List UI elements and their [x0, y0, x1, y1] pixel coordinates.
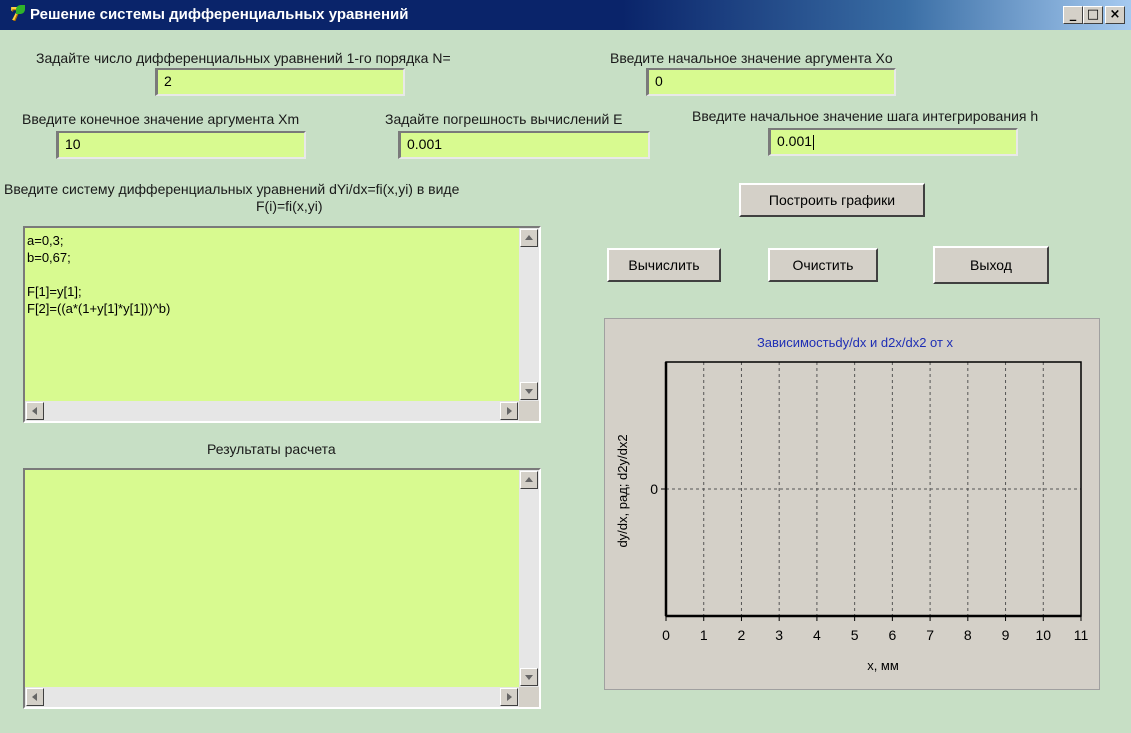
scroll-corner	[519, 401, 539, 421]
h-input[interactable]: 0.001	[768, 128, 1018, 156]
scroll-left-button[interactable]	[26, 688, 44, 706]
arrow-right-icon	[507, 407, 512, 415]
x-tick-label: 11	[1074, 627, 1089, 643]
y-ticks: 0	[650, 481, 666, 497]
scroll-up-button[interactable]	[520, 471, 538, 489]
chart-grid	[666, 362, 1081, 616]
scroll-right-button[interactable]	[500, 402, 518, 420]
main-window: 7 Решение системы дифференциальных уравн…	[0, 0, 1131, 733]
y-tick-label: 0	[650, 481, 658, 497]
window-title: Решение системы дифференциальных уравнен…	[30, 6, 409, 23]
x-tick-label: 3	[775, 627, 783, 643]
arrow-left-icon	[32, 693, 37, 701]
text-cursor	[813, 134, 815, 150]
arrow-down-icon	[525, 675, 533, 680]
plot-graphs-button[interactable]: Построить графики	[739, 183, 925, 217]
n-input[interactable]: 2	[155, 68, 405, 96]
scroll-up-button[interactable]	[520, 229, 538, 247]
system-label: Введите систему дифференциальных уравнен…	[4, 181, 460, 197]
xm-label: Введите конечное значение аргумента Xm	[22, 111, 300, 127]
x0-input[interactable]: 0	[646, 68, 896, 96]
scroll-down-button[interactable]	[520, 668, 538, 686]
equations-vscrollbar[interactable]	[519, 228, 539, 401]
x-axis-label: x, мм	[867, 658, 899, 673]
chart-title: Зависимостьdy/dx и d2x/dx2 от x	[757, 335, 954, 350]
n-label: Задайте число дифференциальных уравнений…	[36, 50, 451, 66]
scroll-right-button[interactable]	[500, 688, 518, 706]
x0-label: Введите начальное значение аргумента Xo	[610, 50, 893, 66]
x-tick-label: 0	[662, 627, 670, 643]
title-bar: 7 Решение системы дифференциальных уравн…	[0, 0, 1131, 30]
y-axis-label: dy/dx, рад; d2y/dx2	[615, 434, 630, 547]
maximize-button[interactable]: □	[1083, 6, 1103, 24]
arrow-down-icon	[525, 389, 533, 394]
x-tick-label: 2	[738, 627, 746, 643]
app-icon: 7	[4, 3, 26, 25]
scroll-left-button[interactable]	[26, 402, 44, 420]
equations-hscrollbar[interactable]	[25, 401, 519, 421]
arrow-up-icon	[525, 235, 533, 240]
exit-button[interactable]: Выход	[933, 246, 1049, 284]
x-tick-label: 6	[888, 627, 896, 643]
results-textarea[interactable]	[23, 468, 541, 709]
results-hscrollbar[interactable]	[25, 687, 519, 707]
arrow-up-icon	[525, 477, 533, 482]
minimize-button[interactable]: _	[1063, 6, 1083, 24]
arrow-left-icon	[32, 407, 37, 415]
equations-textarea[interactable]: a=0,3; b=0,67; F[1]=y[1]; F[2]=((a*(1+y[…	[23, 226, 541, 423]
system-label-format: F(i)=fi(x,yi)	[256, 198, 323, 214]
results-vscrollbar[interactable]	[519, 470, 539, 687]
eps-input[interactable]: 0.001	[398, 131, 650, 159]
xm-input[interactable]: 10	[56, 131, 306, 159]
x-tick-label: 4	[813, 627, 821, 643]
h-input-value: 0.001	[777, 133, 813, 149]
results-label: Результаты расчета	[207, 441, 336, 457]
x-tick-label: 9	[1002, 627, 1010, 643]
h-label: Введите начальное значение шага интегрир…	[692, 108, 1039, 124]
eps-label: Задайте погрешность вычислений E	[385, 111, 623, 127]
x-tick-label: 8	[964, 627, 972, 643]
clear-button[interactable]: Очистить	[768, 248, 878, 282]
close-button[interactable]: ×	[1105, 6, 1125, 24]
x-ticks: 0 1 2 3 4 5 6 7 8 9 10 11	[662, 616, 1088, 643]
chart-svg: Зависимостьdy/dx и d2x/dx2 от x 0 1 2 3 4 5 6 7…	[615, 335, 1088, 673]
arrow-right-icon	[507, 693, 512, 701]
chart-panel: Зависимостьdy/dx и d2x/dx2 от x 0 1 2 3 4 5 6 7…	[604, 318, 1100, 690]
x-tick-label: 10	[1035, 627, 1051, 643]
compute-button[interactable]: Вычислить	[607, 248, 721, 282]
equations-text: a=0,3; b=0,67; F[1]=y[1]; F[2]=((a*(1+y[…	[27, 233, 171, 316]
scroll-corner	[519, 687, 539, 707]
x-tick-label: 7	[926, 627, 934, 643]
x-tick-label: 5	[851, 627, 859, 643]
scroll-down-button[interactable]	[520, 382, 538, 400]
x-tick-label: 1	[700, 627, 708, 643]
